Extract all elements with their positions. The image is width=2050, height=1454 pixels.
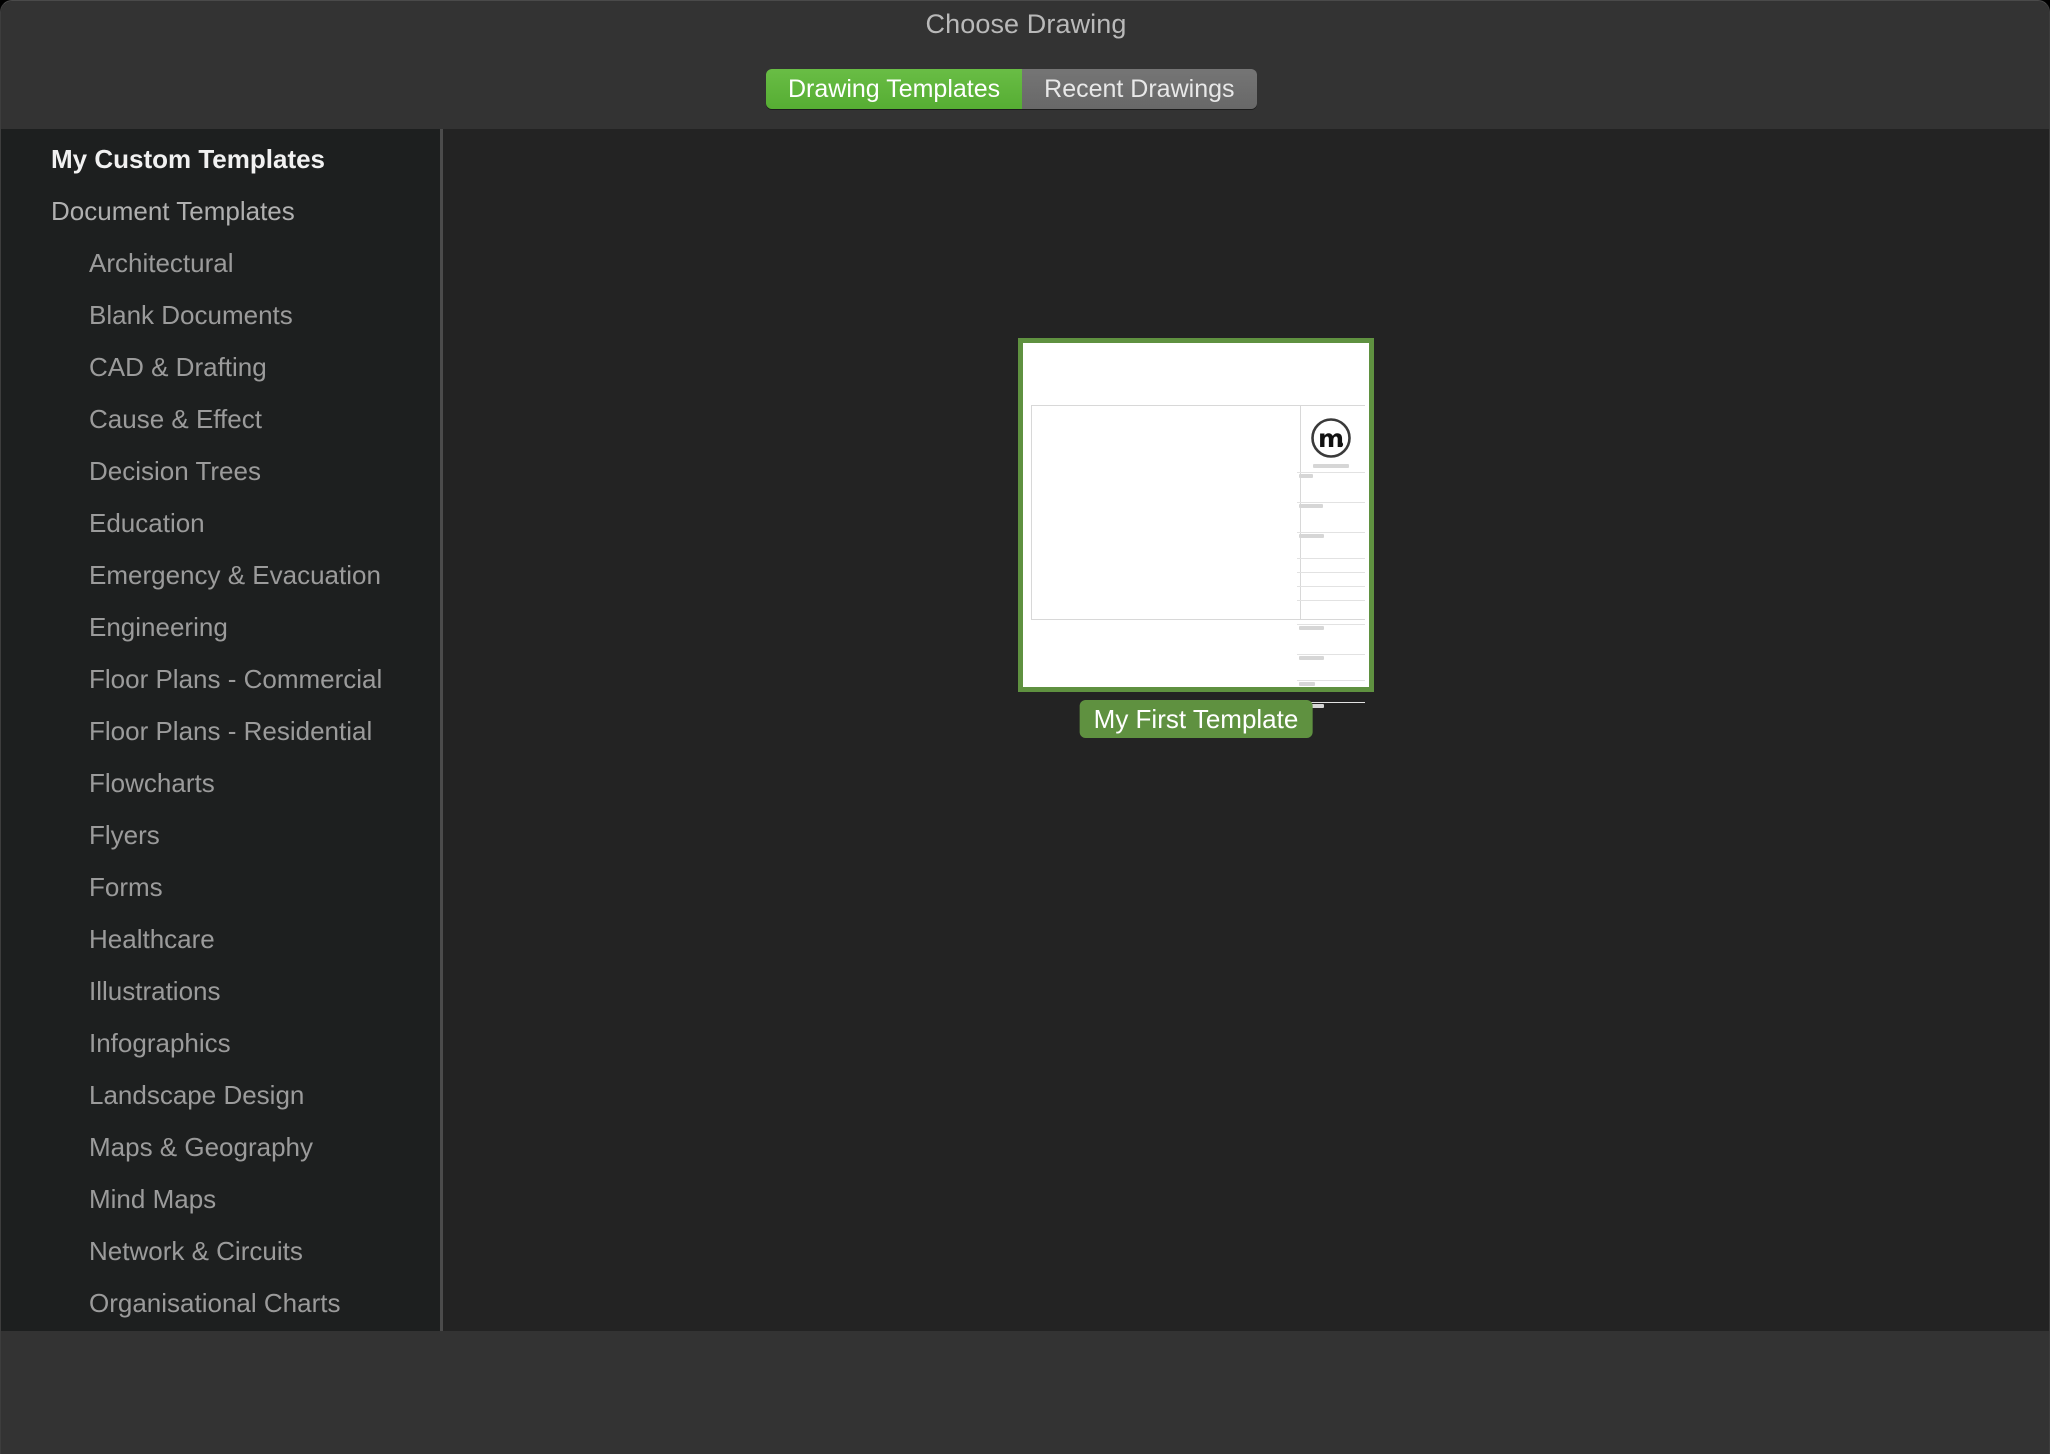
title-block-row — [1297, 472, 1365, 473]
sidebar-item-maps-and-geography[interactable]: Maps & Geography — [1, 1127, 440, 1167]
tab-drawing-templates-label: Drawing Templates — [788, 74, 1001, 103]
page-frame-line-bottom — [1031, 619, 1365, 620]
title-block-row — [1297, 624, 1365, 625]
sidebar-item-label: Emergency & Evacuation — [89, 560, 381, 590]
sidebar-item-label: Maps & Geography — [89, 1132, 314, 1162]
sidebar-item-label: Education — [89, 508, 205, 538]
sidebar-item-label: Flyers — [89, 820, 160, 850]
sidebar-item-network-and-circuits[interactable]: Network & Circuits — [1, 1231, 440, 1271]
dialog-footer: Open Existing Drawing Cancel Choose — [1, 1331, 2049, 1454]
sidebar-item-mind-maps[interactable]: Mind Maps — [1, 1179, 440, 1219]
sidebar-item-organisational-charts[interactable]: Organisational Charts — [1, 1283, 440, 1323]
sidebar-item-label: Illustrations — [89, 976, 221, 1006]
title-block-row — [1297, 572, 1365, 573]
title-block-bar — [1299, 534, 1324, 538]
title-block-row — [1297, 586, 1365, 587]
sidebar-item-label: Document Templates — [51, 196, 295, 226]
sidebar-item-label: Architectural — [89, 248, 234, 278]
sidebar-item-engineering[interactable]: Engineering — [1, 607, 440, 647]
sidebar-item-floor-plans-residential[interactable]: Floor Plans - Residential — [1, 711, 440, 751]
title-block-bar — [1299, 656, 1324, 660]
title-block-row — [1297, 680, 1365, 681]
sidebar-item-label: Floor Plans - Commercial — [89, 664, 383, 694]
sidebar-item-illustrations[interactable]: Illustrations — [1, 971, 440, 1011]
title-block-bar — [1313, 464, 1349, 468]
title-block-bar — [1299, 474, 1313, 478]
sidebar-item-label: My Custom Templates — [51, 144, 326, 174]
sidebar-item-label: Healthcare — [89, 924, 215, 954]
title-block-row — [1297, 532, 1365, 533]
tab-drawing-templates[interactable]: Drawing Templates — [766, 69, 1023, 109]
sidebar-item-label: Flowcharts — [89, 768, 215, 798]
title-block-row — [1297, 600, 1365, 601]
sidebar-item-label: Forms — [89, 872, 163, 902]
template-grid-panel[interactable]: m My First Template — [443, 129, 2049, 1331]
sidebar-item-infographics[interactable]: Infographics — [1, 1023, 440, 1063]
tab-recent-drawings[interactable]: Recent Drawings — [1022, 69, 1257, 109]
page-title: Choose Drawing — [925, 9, 1127, 39]
title-block-row — [1297, 502, 1365, 503]
sidebar-item-label: Engineering — [89, 612, 228, 642]
sidebar-item-cause-and-effect[interactable]: Cause & Effect — [1, 399, 440, 439]
sidebar-item-cad-and-drafting[interactable]: CAD & Drafting — [1, 347, 440, 387]
sidebar-item-label: Blank Documents — [89, 300, 293, 330]
title-block-row — [1297, 654, 1365, 655]
sidebar-item-architectural[interactable]: Architectural — [1, 243, 440, 283]
sidebar-item-label: Network & Circuits — [89, 1236, 303, 1266]
thumbnail-page: m — [1023, 343, 1369, 708]
template-tile[interactable]: m My First Template — [1018, 338, 1374, 738]
title-block: m — [1297, 406, 1365, 708]
sidebar-item-label: CAD & Drafting — [89, 352, 267, 382]
sidebar-item-label: Organisational Charts — [89, 1288, 341, 1318]
page-frame-line-left — [1031, 405, 1032, 620]
template-thumbnail[interactable]: m — [1018, 338, 1374, 708]
title-block-bar — [1299, 504, 1323, 508]
sidebar-item-education[interactable]: Education — [1, 503, 440, 543]
tab-recent-drawings-label: Recent Drawings — [1044, 74, 1235, 103]
sidebar-item-label: Infographics — [89, 1028, 231, 1058]
sidebar-item-my-custom-templates[interactable]: My Custom Templates — [1, 139, 440, 179]
svg-text:m: m — [1318, 424, 1344, 453]
sidebar-item-label: Mind Maps — [89, 1184, 217, 1214]
sidebar-item-label: Landscape Design — [89, 1080, 305, 1110]
sidebar-item-flyers[interactable]: Flyers — [1, 815, 440, 855]
sidebar-item-label: Decision Trees — [89, 456, 261, 486]
sidebar-item-blank-documents[interactable]: Blank Documents — [1, 295, 440, 335]
sidebar-item-label: Floor Plans - Residential — [89, 716, 373, 746]
sidebar-item-landscape-design[interactable]: Landscape Design — [1, 1075, 440, 1115]
title-block-row — [1297, 558, 1365, 559]
title-block-bar — [1299, 626, 1324, 630]
template-category-sidebar[interactable]: My Custom Templates Document Templates Arc… — [1, 129, 440, 1331]
circled-m-logo-icon: m — [1311, 418, 1351, 458]
sidebar-item-forms[interactable]: Forms — [1, 867, 440, 907]
template-name-label[interactable]: My First Template — [1079, 700, 1313, 738]
sidebar-item-label: Cause & Effect — [89, 404, 262, 434]
view-mode-segmented-control[interactable]: Drawing Templates Recent Drawings — [766, 69, 1257, 109]
sidebar-item-floor-plans-commercial[interactable]: Floor Plans - Commercial — [1, 659, 440, 699]
sidebar-item-document-templates[interactable]: Document Templates — [1, 191, 440, 231]
title-block-bar — [1299, 682, 1315, 686]
sidebar-item-decision-trees[interactable]: Decision Trees — [1, 451, 440, 491]
sidebar-item-flowcharts[interactable]: Flowcharts — [1, 763, 440, 803]
sidebar-item-healthcare[interactable]: Healthcare — [1, 919, 440, 959]
choose-drawing-dialog: Choose Drawing Drawing Templates Recent … — [0, 0, 2050, 1454]
sidebar-item-emergency-and-evacuation[interactable]: Emergency & Evacuation — [1, 555, 440, 595]
dialog-header: Choose Drawing Drawing Templates Recent … — [1, 1, 2049, 129]
dialog-body: My Custom Templates Document Templates Arc… — [1, 129, 2049, 1331]
